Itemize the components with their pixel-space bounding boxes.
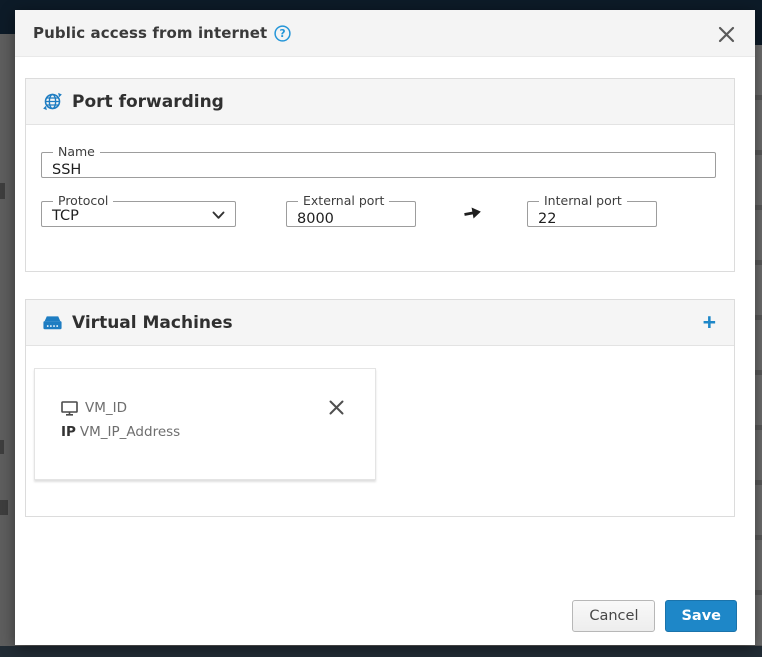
internal-port-input[interactable]: [538, 211, 646, 227]
globe-arrows-icon: [42, 91, 63, 112]
chevron-down-icon: [212, 211, 225, 220]
monitor-icon: [61, 401, 78, 416]
virtual-machines-panel: Virtual Machines + VM_ID IPVM_IP_Address: [25, 299, 735, 517]
dialog-header: Public access from internet ?: [15, 10, 755, 57]
external-port-input[interactable]: [297, 211, 405, 227]
virtual-machines-header: Virtual Machines +: [26, 300, 734, 346]
background-right-strip: [754, 45, 762, 646]
protocol-selected-value: TCP: [52, 208, 79, 224]
internal-port-label: Internal port: [539, 195, 627, 208]
ports-row: Protocol TCP External port: [41, 195, 714, 227]
virtual-machines-body: VM_ID IPVM_IP_Address: [26, 346, 734, 516]
vm-ip-line: IPVM_IP_Address: [61, 424, 375, 440]
vm-card: VM_ID IPVM_IP_Address: [34, 368, 376, 480]
vm-ip-label: IP: [61, 424, 76, 440]
background-bottom-strip: [0, 646, 762, 657]
vm-id-text: VM_ID: [85, 400, 127, 416]
cancel-button[interactable]: Cancel: [572, 600, 655, 632]
background-text-fragment: [0, 500, 8, 515]
arrow-right-icon: [462, 203, 483, 222]
public-access-dialog: Public access from internet ?: [15, 10, 755, 645]
port-forwarding-panel: Port forwarding Name Protocol TCP: [25, 78, 735, 272]
internal-port-field: Internal port: [527, 195, 657, 227]
port-forwarding-body: Name Protocol TCP Exter: [26, 125, 734, 271]
remove-vm-icon[interactable]: [325, 396, 347, 418]
protocol-field-label: Protocol: [53, 195, 113, 208]
vm-ip-text: VM_IP_Address: [80, 424, 180, 440]
add-vm-button[interactable]: +: [701, 311, 718, 334]
virtual-machines-title: Virtual Machines: [72, 313, 233, 333]
external-port-field: External port: [286, 195, 416, 227]
background-text-fragment: [0, 440, 4, 454]
save-button[interactable]: Save: [665, 600, 737, 632]
svg-text:?: ?: [280, 28, 286, 40]
background-text-fragment: [0, 183, 5, 199]
protocol-field[interactable]: Protocol TCP: [41, 195, 236, 227]
name-field: Name: [41, 146, 716, 178]
port-forwarding-title: Port forwarding: [72, 92, 224, 112]
name-field-label: Name: [53, 146, 100, 159]
external-port-label: External port: [298, 195, 389, 208]
name-input[interactable]: [52, 162, 705, 178]
server-icon: [42, 314, 63, 332]
dialog-title: Public access from internet: [33, 24, 267, 42]
port-forwarding-header: Port forwarding: [26, 79, 734, 125]
close-icon[interactable]: [714, 22, 738, 46]
dialog-footer: Cancel Save: [572, 600, 737, 632]
question-circle-icon[interactable]: ?: [274, 25, 291, 42]
